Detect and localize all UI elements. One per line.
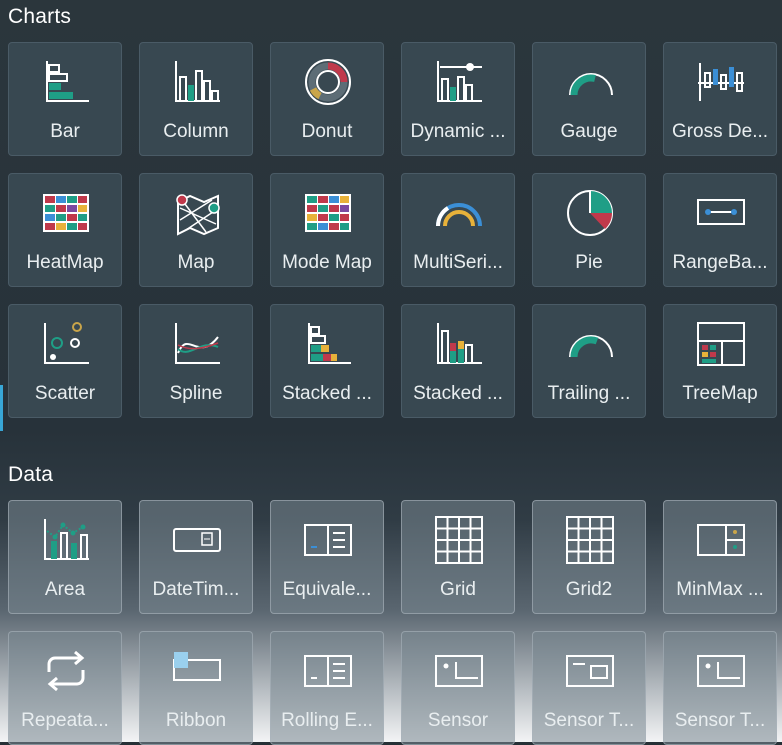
widget-tile-minmax[interactable]: MinMax ...	[663, 500, 777, 614]
sensor-icon	[434, 646, 484, 700]
widget-label: Pie	[575, 252, 603, 273]
minmax-icon	[696, 515, 746, 569]
column-chart-icon	[172, 57, 222, 111]
widget-tile-sensor[interactable]: Sensor	[401, 631, 515, 745]
widget-tile-spline-chart[interactable]: Spline	[139, 304, 253, 418]
dynamic-chart-icon	[434, 57, 484, 111]
widget-tile-donut-chart[interactable]: Donut	[270, 42, 384, 156]
widget-tile-equivalent[interactable]: Equivale...	[270, 500, 384, 614]
stacked-bar-icon	[303, 319, 353, 373]
repeat-icon	[41, 646, 91, 700]
widget-tile-bar-chart[interactable]: Bar	[8, 42, 122, 156]
mode-map-icon	[303, 188, 353, 242]
widget-label: Equivale...	[282, 579, 372, 600]
widget-tile-area-chart[interactable]: Area	[8, 500, 122, 614]
heatmap-icon	[41, 188, 91, 242]
section-title-charts: Charts	[8, 5, 72, 28]
stacked-column-icon	[434, 319, 484, 373]
widget-tile-map[interactable]: Map	[139, 173, 253, 287]
widget-label: Area	[44, 579, 86, 600]
widget-tile-dynamic-chart[interactable]: Dynamic ...	[401, 42, 515, 156]
section-title-data: Data	[8, 463, 54, 486]
widget-tile-treemap[interactable]: TreeMap	[663, 304, 777, 418]
widget-tile-heatmap[interactable]: HeatMap	[8, 173, 122, 287]
widget-tile-grid[interactable]: Grid	[401, 500, 515, 614]
bar-chart-icon	[41, 57, 91, 111]
donut-chart-icon	[303, 57, 353, 111]
scatter-chart-icon	[41, 319, 91, 373]
equivalent-icon	[303, 515, 353, 569]
widget-label: Dynamic ...	[410, 121, 506, 142]
widget-tile-sensor-tile[interactable]: Sensor T...	[663, 631, 777, 745]
widget-label: Sensor T...	[674, 710, 766, 731]
ribbon-icon	[172, 646, 222, 700]
widget-tile-pie-chart[interactable]: Pie	[532, 173, 646, 287]
widget-tile-datetime[interactable]: DateTim...	[139, 500, 253, 614]
widget-label: Donut	[301, 121, 353, 142]
map-icon	[172, 188, 222, 242]
widget-tile-multiseries-gauge[interactable]: MultiSeri...	[401, 173, 515, 287]
gauge-icon	[565, 57, 615, 111]
widget-tile-gauge[interactable]: Gauge	[532, 42, 646, 156]
widget-label: Scatter	[34, 383, 96, 404]
widget-tile-trailing-gauge[interactable]: Trailing ...	[532, 304, 646, 418]
widget-tile-range-bar[interactable]: RangeBa...	[663, 173, 777, 287]
widget-tile-rolling[interactable]: Rolling E...	[270, 631, 384, 745]
widget-tile-ribbon[interactable]: Ribbon	[139, 631, 253, 745]
widget-label: Trailing ...	[547, 383, 631, 404]
sensor-tile-icon	[696, 646, 746, 700]
widget-label: RangeBa...	[672, 252, 768, 273]
widget-label: Gross De...	[671, 121, 769, 142]
widget-label: Grid2	[565, 579, 613, 600]
sensor-table-icon	[565, 646, 615, 700]
range-bar-icon	[696, 188, 746, 242]
rolling-icon	[303, 646, 353, 700]
widget-label: MinMax ...	[676, 579, 764, 600]
widget-label: HeatMap	[26, 252, 104, 273]
widget-label: Mode Map	[282, 252, 372, 273]
spline-chart-icon	[172, 319, 222, 373]
gross-deviation-icon	[696, 57, 746, 111]
widget-label: Sensor T...	[543, 710, 635, 731]
widget-label: Repeata...	[21, 710, 109, 731]
widget-label: Stacked ...	[282, 383, 372, 404]
grid2-icon	[565, 515, 615, 569]
grid-icon	[434, 515, 484, 569]
widget-tile-sensor-table[interactable]: Sensor T...	[532, 631, 646, 745]
widget-tile-stacked-bar[interactable]: Stacked ...	[270, 304, 384, 418]
trailing-gauge-icon	[565, 319, 615, 373]
treemap-icon	[696, 319, 746, 373]
multiseries-gauge-icon	[434, 188, 484, 242]
widget-tile-repeat[interactable]: Repeata...	[8, 631, 122, 745]
datetime-icon	[172, 515, 222, 569]
widget-label: Column	[163, 121, 229, 142]
widget-label: Stacked ...	[413, 383, 503, 404]
widget-label: DateTim...	[152, 579, 240, 600]
widget-label: Spline	[169, 383, 223, 404]
widget-label: Sensor	[427, 710, 489, 731]
widget-tile-mode-map[interactable]: Mode Map	[270, 173, 384, 287]
pie-chart-icon	[565, 188, 615, 242]
widget-label: Map	[177, 252, 215, 273]
widget-tile-grid2[interactable]: Grid2	[532, 500, 646, 614]
scroll-indicator	[0, 385, 3, 431]
widget-tile-scatter-chart[interactable]: Scatter	[8, 304, 122, 418]
area-chart-icon	[41, 515, 91, 569]
widget-tile-column-chart[interactable]: Column	[139, 42, 253, 156]
widget-label: MultiSeri...	[413, 252, 503, 273]
widget-tile-stacked-column[interactable]: Stacked ...	[401, 304, 515, 418]
widget-label: Rolling E...	[281, 710, 373, 731]
widget-label: TreeMap	[682, 383, 758, 404]
widget-label: Gauge	[560, 121, 618, 142]
widget-label: Grid	[440, 579, 476, 600]
widget-label: Ribbon	[165, 710, 227, 731]
widget-tile-gross-deviation[interactable]: Gross De...	[663, 42, 777, 156]
widget-label: Bar	[50, 121, 80, 142]
